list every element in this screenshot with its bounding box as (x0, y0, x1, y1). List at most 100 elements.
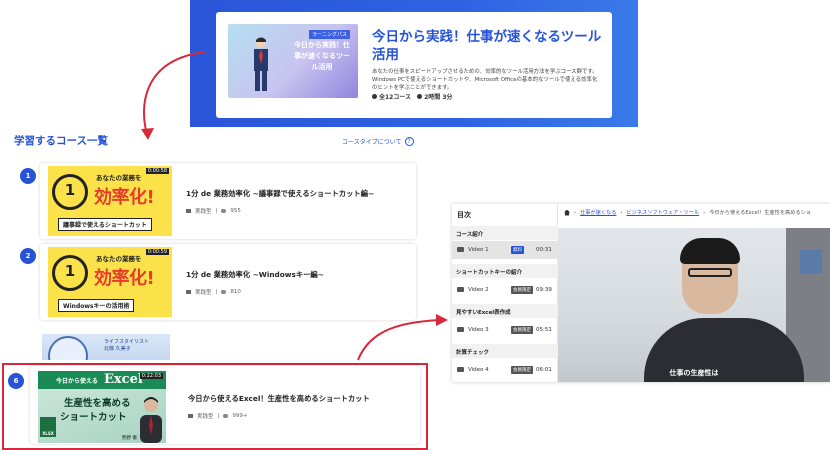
thumb-duration: 0:00:59 (145, 249, 169, 255)
thumb-headline: 効率化! (94, 187, 155, 208)
video-label[interactable]: Video 3 (468, 327, 489, 333)
toc-section-title: 見やすいExcel表作成 (452, 304, 558, 318)
thumb-title: 今日から実践！仕事が速くなるツール活用 (294, 41, 350, 71)
thumb-subtitle: あなたの業務を (96, 255, 142, 263)
meta-divider: | (217, 413, 220, 419)
meta-divider: | (215, 289, 218, 295)
view-count: 999+ (232, 413, 248, 419)
thumb-band: Windowsキーの活用術 (58, 299, 135, 312)
video-label[interactable]: Video 1 (468, 247, 489, 253)
video-duration: 09:39 (536, 287, 552, 293)
views-icon (223, 414, 229, 418)
access-badge: 無料 (511, 246, 524, 254)
course-list-heading: 学習するコース一覧 (14, 135, 108, 147)
learning-path-description: あなたの仕事をスピードアップさせるための、効率的なツール活用方法を学ぶコース群で… (372, 69, 598, 91)
video-duration: 00:31 (536, 247, 552, 253)
learning-path-hero: ラーニングパス 今日から実践！仕事が速くなるツール活用 今日から実践！仕事が速く… (190, 0, 638, 127)
help-icon[interactable]: ? (404, 137, 414, 146)
breadcrumb-separator: › (620, 209, 623, 216)
toc-video-item[interactable]: Video 3 会員限定 05:51 (452, 321, 558, 339)
partial-caption: ライフスタイリスト 北條 久美子 (104, 338, 149, 352)
breadcrumb-item[interactable]: 仕事が速くなる (580, 209, 616, 216)
learning-path-meta: 全12コース 2時間 3分 (372, 92, 453, 101)
arrow-card-to-player-head (436, 314, 448, 326)
thumb-duration: 0:22:03 (139, 373, 163, 379)
breadcrumb: › 仕事が速くなる › ビジネスソフトウェア・ツール › 今日から使えるExce… (564, 209, 811, 216)
course-player: 目次 コース紹介 Video 1 無料 00:31 ショートカットキーの紹介 V… (452, 204, 830, 382)
total-duration: 2時間 3分 (417, 92, 453, 101)
course-type: 実践型 (195, 209, 212, 215)
one-minute-logo: 1 (52, 255, 88, 291)
video-camera-icon (457, 327, 464, 332)
course-title[interactable]: 今日から使えるExcel！生産性を高めるショートカット (188, 394, 370, 404)
instructor-photo (140, 397, 162, 443)
instructor-name: 熊野 徹 (122, 436, 137, 441)
meta-divider: | (215, 208, 218, 214)
learning-path-card[interactable]: ラーニングパス 今日から実践！仕事が速くなるツール活用 今日から実践！仕事が速く… (216, 12, 612, 118)
course-title[interactable]: 1分 de 業務効率化 ~議事録で使えるショートカット編~ (186, 189, 374, 199)
course-type-icon (186, 290, 191, 294)
toc-video-item[interactable]: Video 1 無料 00:31 (452, 241, 558, 259)
course-thumbnail[interactable]: 0:00:58 1 あなたの業務を 効率化! 議事録で使えるショートカット (48, 166, 172, 236)
video-subtitle: 仕事の生産性は (669, 369, 719, 377)
access-badge: 会員限定 (511, 366, 533, 374)
course-number-badge: 2 (20, 248, 36, 264)
thumb-band: 議事録で使えるショートカット (58, 218, 152, 231)
partial-course-thumbnail[interactable]: ライフスタイリスト 北條 久美子 (42, 334, 170, 360)
thumb-line-1: 生産性を高める (64, 398, 131, 409)
views-icon (221, 290, 227, 294)
thumb-headline: 効率化! (94, 268, 155, 289)
course-number-badge: 1 (20, 168, 36, 184)
businessman-illustration (254, 37, 268, 91)
access-badge: 会員限定 (511, 286, 533, 294)
learning-path-title[interactable]: 今日から実践！仕事が速くなるツール活用 (372, 28, 602, 64)
toc-video-item[interactable]: Video 2 会員限定 09:39 (452, 281, 558, 299)
course-type-icon (186, 209, 191, 213)
video-camera-icon (457, 287, 464, 292)
course-type-icon (188, 414, 193, 418)
video-label[interactable]: Video 2 (468, 287, 489, 293)
breadcrumb-item[interactable]: ビジネスソフトウェア・ツール (626, 209, 699, 216)
speaker-glasses (688, 268, 732, 277)
view-count: 810 (230, 289, 241, 295)
clock-icon (48, 336, 88, 360)
speaker-hair (680, 238, 740, 264)
course-count: 全12コース (372, 92, 411, 101)
thumb-tag: ラーニングパス (308, 30, 350, 39)
breadcrumb-current: 今日から使えるExcel！生産性を高めるショ (709, 210, 811, 216)
toc-section-title: 計算チェック (452, 344, 558, 358)
toc-section-title: コース紹介 (452, 226, 558, 240)
breadcrumb-separator: › (574, 209, 577, 216)
course-type-link-label[interactable]: コースタイプについて (342, 137, 402, 146)
thumb-subtitle: あなたの業務を (96, 174, 142, 182)
partial-caption-name: 北條 久美子 (104, 346, 131, 352)
course-meta: 実践型 | 810 (186, 288, 241, 296)
partial-caption-role: ライフスタイリスト (104, 339, 150, 345)
xlsx-file-icon: XLSX (40, 417, 56, 437)
course-meta: 実践型 | 999+ (188, 412, 247, 420)
course-count-icon (372, 94, 377, 99)
thumb-duration: 0:00:58 (145, 168, 169, 174)
toc-video-item[interactable]: Video 4 会員限定 06:01 (452, 361, 558, 379)
background-window (800, 250, 822, 274)
video-player[interactable]: 仕事の生産性は (558, 228, 830, 382)
breadcrumb-separator: › (703, 209, 706, 216)
learning-path-thumbnail[interactable]: ラーニングパス 今日から実践！仕事が速くなるツール活用 (228, 24, 358, 98)
view-count: 955 (230, 208, 241, 214)
video-label[interactable]: Video 4 (468, 367, 489, 373)
toc-section-title: ショートカットキーの紹介 (452, 264, 558, 278)
video-duration: 05:51 (536, 327, 552, 333)
course-type-link[interactable]: コースタイプについて ? (342, 137, 414, 146)
course-number-badge: 6 (8, 373, 24, 389)
course-type: 実践型 (197, 414, 214, 420)
course-thumbnail[interactable]: 今日から使える Excel 0:22:03 生産性を高める ショートカット XL… (38, 371, 166, 443)
arrow-card-to-player (357, 319, 441, 361)
course-title[interactable]: 1分 de 業務効率化 ~Windowsキー編~ (186, 270, 324, 280)
arrow-hero-to-list-head (141, 128, 154, 140)
views-icon (221, 209, 227, 213)
course-card[interactable]: 0:00:59 1 あなたの業務を 効率化! Windowsキーの活用術 1分 … (40, 244, 416, 320)
course-card[interactable]: 0:00:58 1 あなたの業務を 効率化! 議事録で使えるショートカット 1分… (40, 163, 416, 239)
course-card[interactable]: 今日から使える Excel 0:22:03 生産性を高める ショートカット XL… (30, 366, 420, 444)
course-thumbnail[interactable]: 0:00:59 1 あなたの業務を 効率化! Windowsキーの活用術 (48, 247, 172, 317)
home-icon[interactable] (564, 209, 570, 216)
